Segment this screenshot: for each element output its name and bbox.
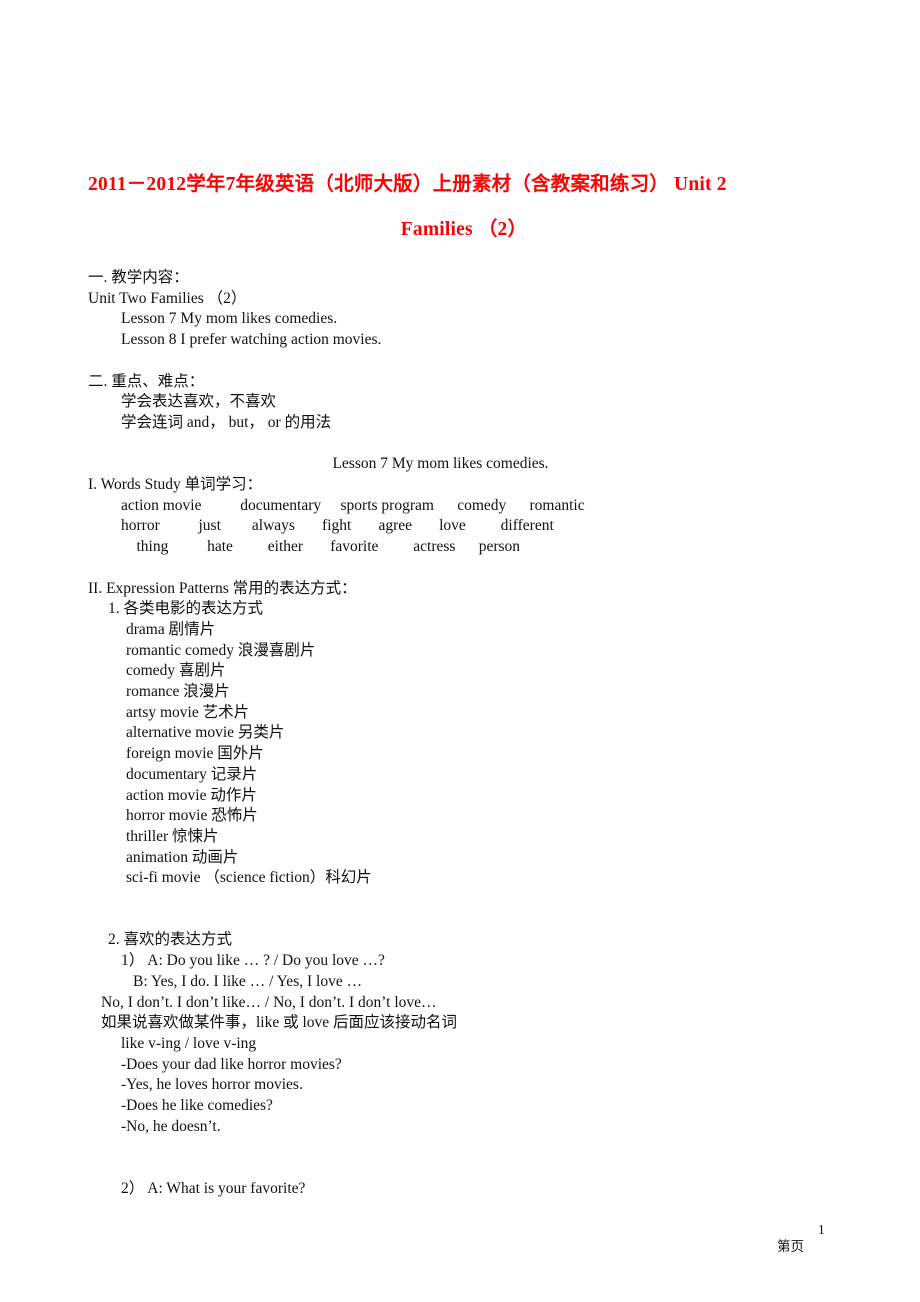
movie-type-item: thriller 惊悚片	[126, 827, 219, 845]
movie-type-item: artsy movie 艺术片	[126, 703, 250, 721]
words-study-row-1: action movie documentary sports program …	[121, 496, 585, 514]
movie-type-item: sci-fi movie （science fiction）科幻片	[126, 869, 372, 887]
footer-page-label: 第页	[777, 1239, 804, 1254]
spacer-7	[88, 1158, 868, 1179]
movie-type-item: drama 剧情片	[126, 620, 216, 638]
section-two-point-1: 学会表达喜欢，不喜欢	[121, 393, 277, 411]
likes-pattern-note: 如果说喜欢做某件事，like 或 love 后面应该接动名词	[101, 1014, 458, 1032]
words-study-heading: I. Words Study 单词学习：	[88, 476, 263, 493]
page-footer: 1 第页	[770, 1222, 890, 1255]
expression-patterns-heading: II. Expression Patterns 常用的表达方式：	[88, 579, 357, 597]
document-body: 一. 教学内容： Unit Two Families （2） Lesson 7 …	[88, 268, 868, 1200]
section-two-heading: 二. 重点、难点：	[88, 372, 205, 390]
section-one-unit-line: Unit Two Families （2）	[88, 289, 247, 307]
likes-dialogue-line: -Yes, he loves horror movies.	[121, 1076, 303, 1094]
spacer-5	[88, 910, 868, 931]
section-one-lesson-8: Lesson 8 I prefer watching action movies…	[121, 331, 382, 349]
words-study-row-2: horror just always fight agree love diff…	[121, 517, 554, 535]
section-one-heading: 一. 教学内容：	[88, 269, 189, 286]
movie-types-heading: 1. 各类电影的表达方式	[108, 600, 264, 618]
movie-type-item: alternative movie 另类片	[126, 724, 285, 742]
likes-pattern-1-a: 1） A: Do you like … ? / Do you love …?	[121, 952, 385, 970]
words-study-row-3: thing hate either favorite actress perso…	[121, 538, 521, 556]
movie-type-item: animation 动画片	[126, 848, 239, 866]
spacer-1	[88, 351, 868, 372]
likes-dialogue-line: -No, he doesn’t.	[121, 1117, 221, 1135]
spacer-4	[88, 889, 868, 910]
movie-type-item: documentary 记录片	[126, 765, 258, 783]
likes-expression-heading: 2. 喜欢的表达方式	[108, 931, 233, 949]
movie-type-item: foreign movie 国外片	[126, 745, 264, 763]
footer-page-number: 1	[818, 1222, 825, 1237]
document-title: 2011－2012学年7年级英语（北师大版）上册素材（含教案和练习） Unit …	[88, 172, 840, 243]
lesson-seven-heading: Lesson 7 My mom likes comedies.	[332, 455, 549, 473]
movie-type-item: action movie 动作片	[126, 786, 257, 804]
title-line-1: 2011－2012学年7年级英语（北师大版）上册素材（含教案和练习） Unit …	[88, 174, 727, 195]
title-line-2: Families （2）	[400, 219, 528, 240]
likes-pattern-1-b: B: Yes, I do. I like … / Yes, I love …	[133, 972, 363, 990]
likes-dialogue-line: -Does your dad like horror movies?	[121, 1055, 342, 1073]
spacer-6	[88, 1137, 868, 1158]
spacer-3	[88, 558, 868, 579]
likes-dialogue-line: -Does he like comedies?	[121, 1097, 273, 1115]
document-page: 2011－2012学年7年级英语（北师大版）上册素材（含教案和练习） Unit …	[0, 0, 920, 1302]
likes-pattern-ving: like v-ing / love v-ing	[121, 1034, 257, 1052]
likes-pattern-2-a: 2） A: What is your favorite?	[121, 1179, 306, 1197]
spacer-2	[88, 434, 868, 455]
section-one-lesson-7: Lesson 7 My mom likes comedies.	[121, 310, 338, 328]
movie-type-item: horror movie 恐怖片	[126, 807, 258, 825]
movie-type-item: romantic comedy 浪漫喜剧片	[126, 641, 316, 659]
movie-type-item: romance 浪漫片	[126, 683, 230, 701]
movie-type-item: comedy 喜剧片	[126, 662, 226, 680]
likes-pattern-negatives: No, I don’t. I don’t like… / No, I don’t…	[101, 993, 437, 1011]
section-two-point-2: 学会连词 and， but， or 的用法	[121, 413, 332, 431]
